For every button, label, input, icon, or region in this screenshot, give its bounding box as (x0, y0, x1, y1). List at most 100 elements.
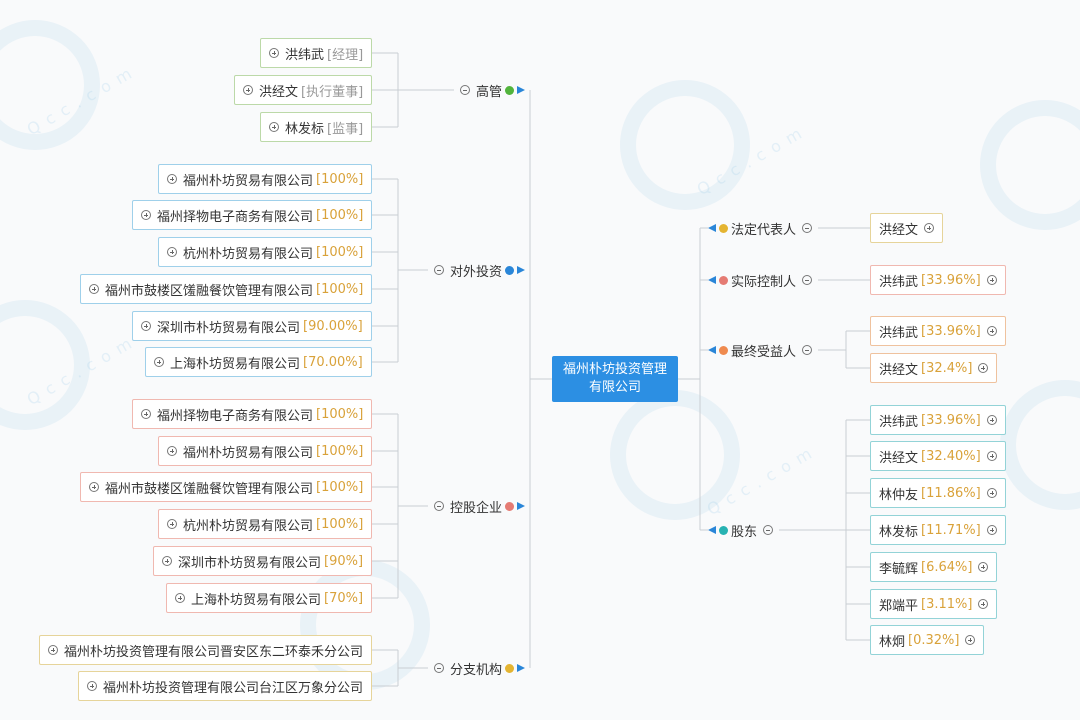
left-category-3[interactable]: 分支机构 (428, 657, 526, 679)
entity-name: 林发标 (879, 524, 919, 540)
left-entity-node[interactable]: 福州朴坊贸易有限公司 [100%] (158, 436, 373, 466)
left-entity-node[interactable]: 深圳市朴坊贸易有限公司 [90.00%] (132, 311, 372, 341)
entity-share-percent: [33.96%] (921, 323, 981, 339)
left-entity-node[interactable]: 杭州朴坊贸易有限公司 [100%] (158, 237, 373, 267)
expand-plus-icon[interactable] (986, 326, 997, 336)
expand-plus-icon[interactable] (167, 174, 177, 184)
right-category-3[interactable]: 股东 (708, 519, 779, 541)
left-entity-node[interactable]: 洪纬武 [经理] (260, 38, 373, 68)
left-entity-node[interactable]: 上海朴坊贸易有限公司 [70.00%] (145, 347, 372, 377)
expand-plus-icon[interactable] (986, 275, 997, 285)
right-entity-node[interactable]: 林发标 [11.71%] (870, 515, 1006, 545)
left-entity-node[interactable]: 杭州朴坊贸易有限公司 [100%] (158, 509, 373, 539)
left-category-0[interactable]: 高管 (454, 79, 526, 101)
left-entity-node[interactable]: 福州朴坊投资管理有限公司晋安区东二环泰禾分公司 (39, 635, 373, 665)
entity-share-percent: [33.96%] (921, 412, 981, 428)
entity-name: 洪纬武 (879, 325, 919, 341)
right-entity-node[interactable]: 郑端平 [3.11%] (870, 589, 998, 619)
expand-plus-icon[interactable] (167, 519, 177, 529)
root-company-node[interactable]: 福州朴坊投资管理有限公司 (552, 356, 678, 402)
entity-share-percent: [100%] (316, 281, 364, 297)
category-color-dot (505, 501, 515, 511)
collapse-minus-icon[interactable] (802, 345, 813, 355)
expand-plus-icon[interactable] (89, 284, 99, 294)
expand-plus-icon[interactable] (89, 482, 99, 492)
arrow-right-icon (517, 502, 526, 510)
collapse-minus-icon[interactable] (434, 501, 444, 511)
expand-plus-icon[interactable] (978, 363, 989, 373)
expand-plus-icon[interactable] (243, 85, 253, 95)
entity-share-percent: [90%] (324, 553, 364, 569)
collapse-minus-icon[interactable] (434, 663, 444, 673)
right-category-0[interactable]: 法定代表人 (708, 217, 818, 239)
collapse-minus-icon[interactable] (460, 85, 470, 95)
left-entity-node[interactable]: 福州择物电子商务有限公司 [100%] (132, 399, 373, 429)
entity-name: 林仲友 (879, 487, 919, 503)
left-entity-node[interactable]: 上海朴坊贸易有限公司 [70%] (166, 583, 373, 613)
expand-plus-icon[interactable] (141, 210, 151, 220)
expand-plus-icon[interactable] (986, 415, 997, 425)
left-entity-node[interactable]: 福州市鼓楼区馐融餐饮管理有限公司 [100%] (80, 472, 373, 502)
right-entity-node[interactable]: 洪经文 (870, 213, 944, 243)
expand-plus-icon[interactable] (154, 357, 164, 367)
collapse-minus-icon[interactable] (763, 525, 774, 535)
left-entity-node[interactable]: 福州朴坊投资管理有限公司台江区万象分公司 (78, 671, 373, 701)
left-entity-node[interactable]: 深圳市朴坊贸易有限公司 [90%] (153, 546, 373, 576)
expand-plus-icon[interactable] (167, 446, 177, 456)
expand-plus-icon[interactable] (87, 681, 97, 691)
category-label: 实际控制人 (731, 274, 797, 290)
entity-share-percent: [6.64%] (921, 559, 973, 575)
arrow-left-icon (708, 526, 716, 534)
expand-plus-icon[interactable] (986, 451, 997, 461)
collapse-minus-icon[interactable] (802, 223, 813, 233)
expand-plus-icon[interactable] (175, 593, 185, 603)
left-entity-node[interactable]: 福州择物电子商务有限公司 [100%] (132, 200, 373, 230)
expand-plus-icon[interactable] (924, 223, 935, 233)
left-entity-node[interactable]: 福州市鼓楼区馐融餐饮管理有限公司 [100%] (80, 274, 373, 304)
right-entity-node[interactable]: 洪纬武 [33.96%] (870, 265, 1006, 295)
right-entity-node[interactable]: 洪纬武 [33.96%] (870, 316, 1006, 346)
entity-name: 洪纬武 (879, 274, 919, 290)
expand-plus-icon[interactable] (986, 488, 997, 498)
left-category-1[interactable]: 对外投资 (428, 259, 526, 281)
entity-name: 福州朴坊投资管理有限公司晋安区东二环泰禾分公司 (64, 644, 364, 660)
expand-plus-icon[interactable] (986, 525, 997, 535)
collapse-minus-icon[interactable] (802, 275, 813, 285)
expand-plus-icon[interactable] (978, 562, 989, 572)
right-category-2[interactable]: 最终受益人 (708, 339, 818, 361)
right-entity-node[interactable]: 洪纬武 [33.96%] (870, 405, 1006, 435)
expand-plus-icon[interactable] (167, 247, 177, 257)
expand-plus-icon[interactable] (48, 645, 58, 655)
left-entity-node[interactable]: 林发标 [监事] (260, 112, 373, 142)
entity-name: 郑端平 (879, 598, 919, 614)
arrow-right-icon (517, 664, 526, 672)
category-label: 最终受益人 (731, 344, 797, 360)
right-entity-node[interactable]: 洪经文 [32.40%] (870, 441, 1006, 471)
entity-role: [监事] (327, 121, 364, 137)
right-entity-node[interactable]: 李毓辉 [6.64%] (870, 552, 998, 582)
expand-plus-icon[interactable] (141, 321, 151, 331)
category-color-dot (719, 275, 728, 285)
expand-plus-icon[interactable] (269, 48, 279, 58)
mind-map-canvas: Qcc.com Qcc.com Qcc.com Qcc.com 福州朴坊投资管理… (0, 0, 1080, 720)
entity-name: 深圳市朴坊贸易有限公司 (178, 555, 322, 571)
right-entity-node[interactable]: 林仲友 [11.86%] (870, 478, 1006, 508)
expand-plus-icon[interactable] (978, 599, 989, 609)
expand-plus-icon[interactable] (141, 409, 151, 419)
left-entity-node[interactable]: 洪经文 [执行董事] (234, 75, 373, 105)
expand-plus-icon[interactable] (162, 556, 172, 566)
expand-plus-icon[interactable] (269, 122, 279, 132)
right-category-1[interactable]: 实际控制人 (708, 269, 818, 291)
left-category-2[interactable]: 控股企业 (428, 495, 526, 517)
category-label: 对外投资 (450, 264, 503, 280)
entity-name: 李毓辉 (879, 561, 919, 577)
collapse-minus-icon[interactable] (434, 265, 444, 275)
entity-name: 福州市鼓楼区馐融餐饮管理有限公司 (105, 283, 314, 299)
entity-name: 福州择物电子商务有限公司 (157, 209, 314, 225)
entity-name: 上海朴坊贸易有限公司 (170, 356, 301, 372)
expand-plus-icon[interactable] (965, 635, 976, 645)
right-entity-node[interactable]: 洪经文 [32.4%] (870, 353, 998, 383)
entity-name: 洪纬武 (285, 47, 325, 63)
right-entity-node[interactable]: 林炯 [0.32%] (870, 625, 985, 655)
left-entity-node[interactable]: 福州朴坊贸易有限公司 [100%] (158, 164, 373, 194)
